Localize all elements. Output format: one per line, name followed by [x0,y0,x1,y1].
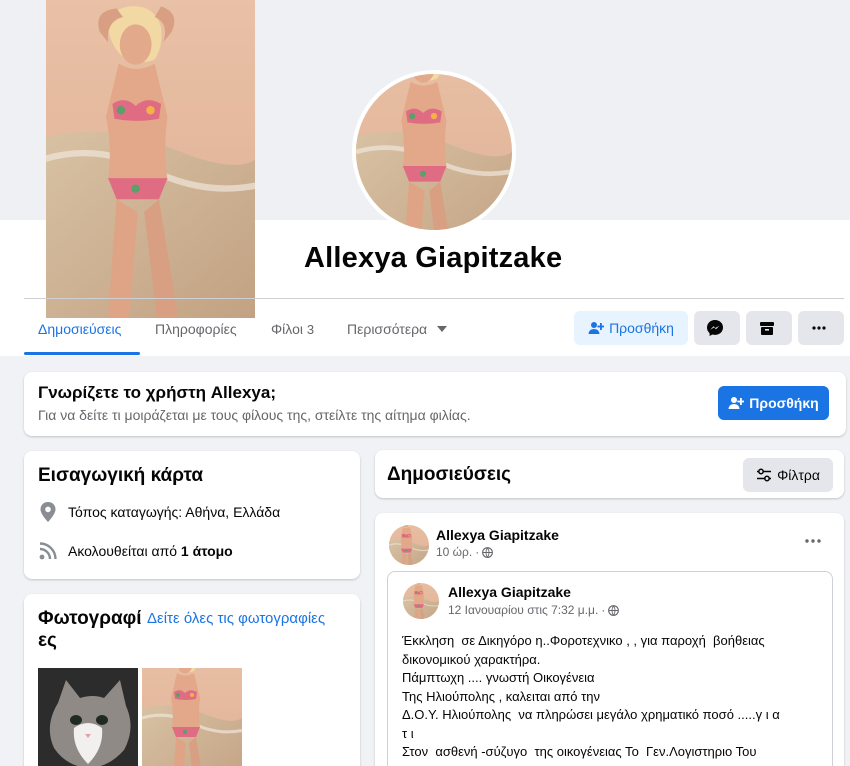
meta-separator: · [475,545,480,559]
shared-meta: 12 Ιανουαρίου στις 7:32 μ.μ. · [448,603,620,617]
sliders-icon [756,468,772,482]
cover-photo[interactable] [46,0,255,318]
shared-time[interactable]: 12 Ιανουαρίου στις 7:32 μ.μ. [448,603,598,617]
followers-row: Ακολουθείται από 1 άτομο [38,542,233,560]
more-horizontal-icon [805,539,821,543]
see-all-photos-link[interactable]: Δείτε όλες τις φωτογραφίες [147,610,325,627]
person-plus-icon [728,395,745,411]
filter-button[interactable]: Φίλτρα [743,458,833,492]
tab-more-label: Περισσότερα [347,321,428,337]
more-options-button[interactable] [798,311,844,345]
friend-request-card: Γνωρίζετε το χρήστη Allexya; Για να δείτ… [24,372,846,436]
post-text-line: Πάμπτωχη .... γνωστή Οικογένεια [402,670,595,685]
hometown-row: Τόπος καταγωγής: Αθήνα, Ελλάδα [38,502,280,522]
photo-thumbnail-cat[interactable] [38,668,138,766]
photo-thumbnail-beach[interactable] [142,668,242,766]
post-text-line: δικονομικού χαρακτήρα. [402,651,541,667]
intro-card: Εισαγωγική κάρτα Τόπος καταγωγής: Αθήνα,… [24,451,360,579]
location-pin-icon [38,502,58,522]
post-options-button[interactable] [799,531,827,551]
shared-post: Allexya Giapitzake 12 Ιανουαρίου στις 7:… [387,571,833,766]
followers-count[interactable]: 1 άτομο [181,543,233,559]
post-author-avatar[interactable] [389,525,429,565]
post-text-line: Δ.Ο.Υ. Ηλιούπολης να πληρώσει μεγάλο χρη… [402,707,780,722]
tab-posts[interactable]: Δημοσιεύσεις [38,321,121,337]
tab-more[interactable]: Περισσότερα [347,321,448,337]
tab-friends-label: Φίλοι [271,321,303,337]
shared-author-avatar[interactable] [403,583,439,619]
globe-icon [608,604,620,616]
friend-request-subtitle: Για να δείτε τι μοιράζεται με τους φίλου… [38,407,471,423]
tab-friends-count: 3 [306,322,315,337]
add-friend-label: Προσθήκη [609,320,674,336]
intro-title: Εισαγωγική κάρτα [38,465,204,486]
post-text-line: Στον ασθενή -σύζυγο της οικογένειας Το Γ… [402,744,757,759]
profile-avatar[interactable] [356,74,512,230]
globe-icon [482,546,494,558]
messenger-icon [706,319,724,337]
friend-request-title: Γνωρίζετε το χρήστη Allexya; [38,383,276,402]
message-button[interactable] [694,311,740,345]
photos-card: Φωτογραφίες Δείτε όλες τις φωτογραφίες [24,594,360,766]
header-divider [24,298,844,299]
add-friend-button[interactable]: Προσθήκη [574,311,688,345]
rss-icon [38,542,58,560]
post-time[interactable]: 10 ώρ. [436,545,472,559]
hometown-text: Τόπος καταγωγής: Αθήνα, Ελλάδα [68,504,281,520]
gift-button[interactable] [746,311,792,345]
shared-author-name[interactable]: Allexya Giapitzake [448,584,571,600]
profile-name: Allexya Giapitzake [304,242,563,274]
post-text-line: τ ι [402,725,414,741]
post-meta: 10 ώρ. · [436,545,494,559]
posts-header-card: Δημοσιεύσεις Φίλτρα [375,450,844,498]
person-plus-icon [588,320,605,336]
send-friend-request-button[interactable]: Προσθήκη [718,386,829,420]
meta-separator: · [601,603,606,617]
shared-post-text: Έκκληση σε Δικηγόρο η..Φοροτεχνικο , , γ… [402,632,822,762]
active-tab-indicator [24,352,140,355]
followers-text: Ακολουθείται από 1 άτομο [68,543,233,559]
post-card: Allexya Giapitzake 10 ώρ. · Allexya Giap… [375,513,844,766]
post-text-line: Της Ηλιούπολης , καλειται από την [402,688,601,704]
box-icon [759,320,775,336]
tab-friends[interactable]: Φίλοι 3 [271,321,314,337]
post-text-line: Έκκληση σε Δικηγόρο η..Φοροτεχνικο , , γ… [402,633,765,648]
filter-label: Φίλτρα [777,467,820,483]
followers-prefix: Ακολουθείται από [68,543,181,559]
tab-about[interactable]: Πληροφορίες [155,321,237,337]
post-author-name[interactable]: Allexya Giapitzake [436,527,559,543]
send-friend-request-label: Προσθήκη [749,395,819,411]
posts-title: Δημοσιεύσεις [387,464,512,485]
photos-title: Φωτογραφίες [38,608,142,651]
caret-down-icon [437,326,448,332]
more-horizontal-icon [811,326,826,330]
